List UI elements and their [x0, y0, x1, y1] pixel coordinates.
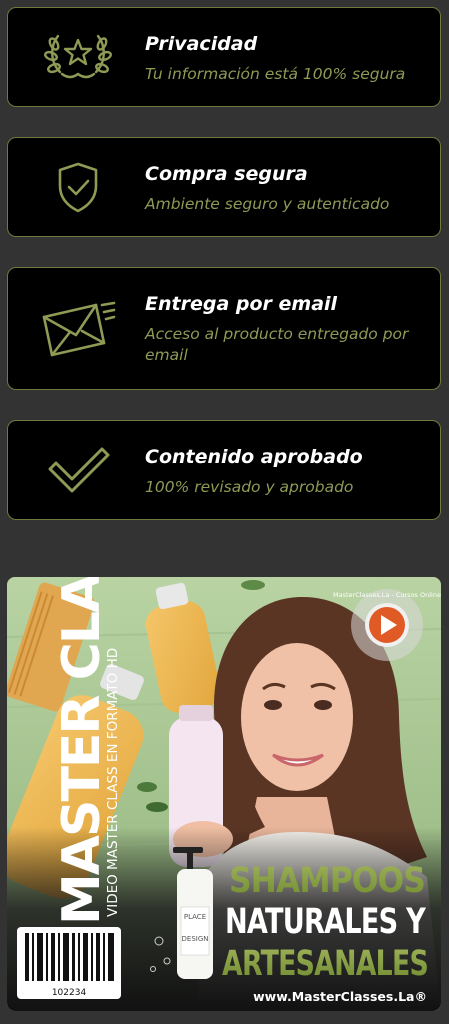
promo-heading-line2: NATURALES Y [225, 902, 426, 942]
envelope-fast-icon [40, 299, 116, 359]
feature-title: Entrega por email [145, 293, 338, 315]
laurel-star-icon [40, 28, 116, 88]
svg-text:PLACE: PLACE [184, 913, 206, 921]
svg-text:DESIGN: DESIGN [182, 935, 209, 943]
barcode-number: 102234 [52, 988, 87, 998]
feature-description: Acceso al producto entregado por email [145, 325, 409, 364]
barcode-icon: 102234 [17, 927, 121, 999]
feature-card-email-delivery: Entrega por email Acceso al producto ent… [7, 267, 441, 390]
feature-description: Tu información está 100% segura [145, 65, 406, 83]
product-cover-image: MASTER CLASS VIDEO MASTER CLASS EN FORMA… [7, 577, 441, 1011]
feature-description: 100% revisado y aprobado [145, 478, 354, 496]
feature-title: Compra segura [145, 163, 308, 185]
feature-title: Privacidad [145, 33, 258, 55]
feature-card-privacy: Privacidad Tu información está 100% segu… [7, 7, 441, 107]
checkmark-icon [40, 441, 116, 501]
feature-card-approved-content: Contenido aprobado 100% revisado y aprob… [7, 420, 441, 520]
promo-website: www.MasterClasses.La® [253, 989, 427, 1004]
promo-heading-line1: SHAMPOOS [229, 861, 425, 901]
feature-card-secure-purchase: Compra segura Ambiente seguro y autentic… [7, 137, 441, 237]
badge-text: MasterClasses.La - Cursos Online [333, 591, 441, 599]
feature-title: Contenido aprobado [145, 446, 363, 468]
promo-heading-line3: ARTESANALES [222, 944, 428, 984]
promo-side-subtitle: VIDEO MASTER CLASS EN FORMATO HD [105, 648, 121, 917]
feature-description: Ambiente seguro y autenticado [145, 195, 390, 213]
promo-side-title: MASTER CLASS [52, 577, 112, 925]
shield-check-icon [40, 158, 116, 218]
